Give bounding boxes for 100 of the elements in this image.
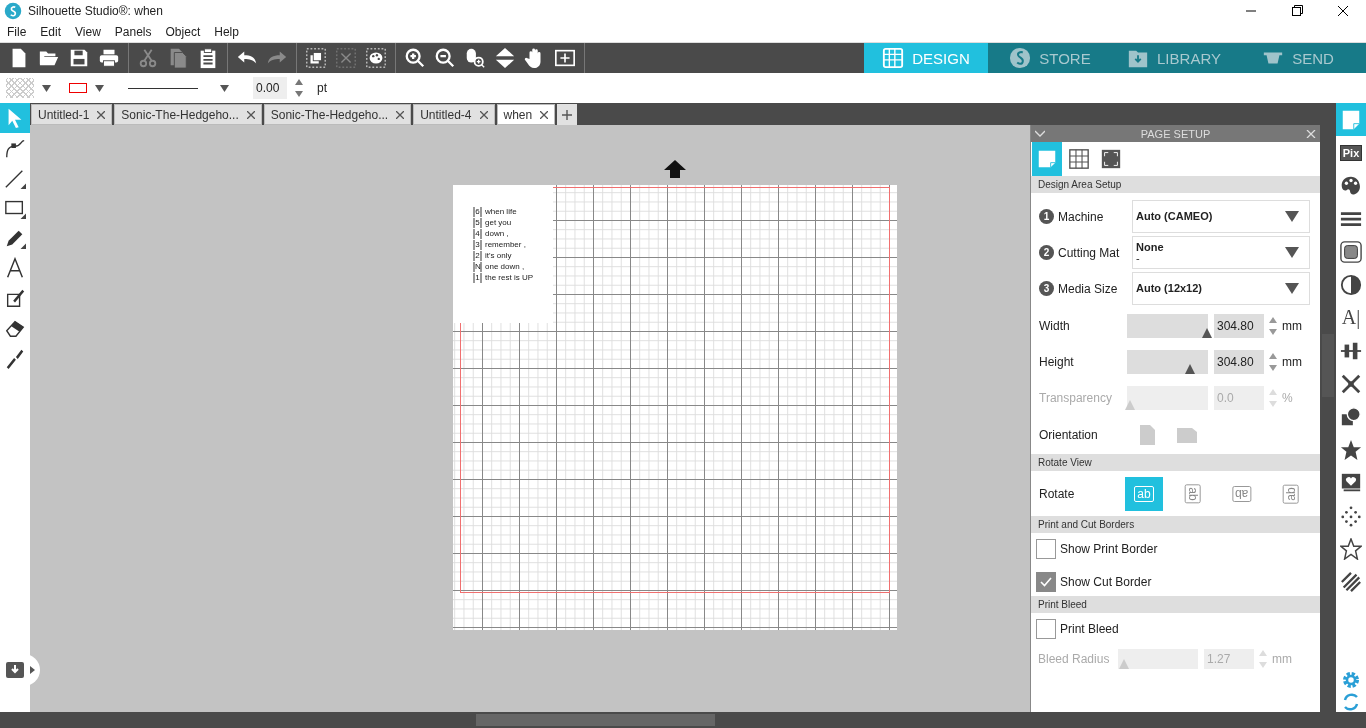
pix-panel-icon[interactable]: Pix <box>1339 144 1363 161</box>
checkbox-label: Show Print Border <box>1060 542 1158 556</box>
dots-icon[interactable] <box>1340 504 1362 527</box>
bezier-curve-icon[interactable] <box>4 137 26 159</box>
menu-item[interactable]: View <box>68 25 108 39</box>
contrast-icon[interactable] <box>1340 273 1362 296</box>
field-label: Machine <box>1057 209 1105 224</box>
star-icon[interactable] <box>1340 438 1362 461</box>
up-down-arrows-icon[interactable] <box>494 47 516 69</box>
corner-marks-icon[interactable] <box>1100 148 1122 170</box>
unit-label: mm <box>1272 652 1292 666</box>
printer-icon[interactable] <box>98 47 120 69</box>
checkbox[interactable] <box>1036 539 1056 559</box>
crossing-lines-icon[interactable] <box>1340 372 1362 395</box>
section-header: Print Bleed <box>1031 596 1320 613</box>
section-header: Print and Cut Borders <box>1031 516 1320 533</box>
line-number: 5 <box>473 218 482 228</box>
section-header: Design Area Setup <box>1031 176 1320 193</box>
field-label: Media Size <box>1057 281 1119 296</box>
hatch-icon[interactable] <box>1340 570 1362 593</box>
menu-item[interactable]: Help <box>207 25 246 39</box>
design-text: when life <box>485 207 517 217</box>
line-width-field[interactable]: 0.00 <box>253 77 287 99</box>
grid-icon <box>882 47 905 69</box>
fill-pattern-swatch[interactable] <box>6 78 34 98</box>
number-field[interactable]: 304.80 <box>1214 350 1264 374</box>
checkbox-label: Print Bleed <box>1060 622 1119 636</box>
checkmark-icon <box>1040 577 1052 587</box>
letter-a-icon[interactable] <box>4 257 26 279</box>
line-number: 3 <box>473 240 482 250</box>
scroll-thumb[interactable] <box>476 714 715 726</box>
knife-icon[interactable] <box>4 347 26 369</box>
menu-item[interactable]: Edit <box>33 25 69 39</box>
window-title: Silhouette Studio®: when <box>28 4 163 18</box>
pattern-fill-icon[interactable] <box>1340 240 1362 263</box>
menu-item[interactable]: Panels <box>107 25 159 39</box>
spinner-icon <box>1269 388 1277 408</box>
group-icon[interactable] <box>305 47 327 69</box>
gear-icon[interactable] <box>1341 670 1361 690</box>
text-panel-icon[interactable]: A| <box>1341 306 1361 329</box>
document-tab[interactable]: Sonic-The-Hedgeho... <box>263 104 412 125</box>
s-logo-icon <box>1009 47 1032 69</box>
caret-icon <box>1285 211 1299 222</box>
scrollbar[interactable] <box>0 712 1366 728</box>
grid-icon[interactable] <box>1068 148 1090 170</box>
line-number: 6 <box>473 207 482 217</box>
design-text: it's only <box>485 251 512 261</box>
fit-page-icon[interactable] <box>554 47 576 69</box>
spinner-icon[interactable] <box>1269 316 1277 336</box>
slider[interactable] <box>1127 350 1208 374</box>
slider-thumb[interactable] <box>1200 328 1211 338</box>
up-arrow-icon[interactable] <box>664 160 686 178</box>
line-style-sample[interactable] <box>128 87 198 89</box>
design-text: the rest is UP <box>485 273 533 283</box>
caret-icon <box>1285 283 1299 294</box>
document-tab[interactable]: Sonic-The-Hedgeho... <box>114 104 262 125</box>
design-text: remember , <box>485 240 526 250</box>
rotate-option[interactable]: ab <box>1222 476 1262 511</box>
sync-icon[interactable] <box>1341 692 1361 712</box>
number-field[interactable]: 304.80 <box>1214 314 1264 338</box>
number-field: 0.0 <box>1214 386 1264 410</box>
caret-icon[interactable] <box>42 84 51 92</box>
field-label: Orientation <box>1039 428 1099 442</box>
sketch-pad-icon[interactable] <box>4 287 26 309</box>
slider-thumb[interactable] <box>1183 364 1194 374</box>
rotate-option[interactable]: ab <box>1271 476 1310 511</box>
app-logo-icon <box>4 2 22 20</box>
unit-label: mm <box>1282 355 1302 369</box>
dropdown[interactable]: Auto (12x12) <box>1132 272 1310 305</box>
dropdown[interactable]: Auto (CAMEO) <box>1132 200 1310 233</box>
design-text: down , <box>485 229 509 239</box>
checkbox[interactable] <box>1036 572 1056 592</box>
spinner-icon[interactable] <box>295 78 303 98</box>
star-outline-icon[interactable] <box>1340 537 1362 560</box>
menu-item[interactable]: File <box>0 25 34 39</box>
step-number: 1 <box>1039 209 1054 224</box>
palette-icon[interactable] <box>365 47 387 69</box>
caret-icon[interactable] <box>220 84 229 92</box>
field-label: Width <box>1039 319 1071 333</box>
dropdown[interactable]: None - <box>1132 236 1310 269</box>
rotate-option[interactable]: ab <box>1173 476 1213 511</box>
close-icon[interactable] <box>540 110 549 119</box>
field-label: Bleed Radius <box>1038 652 1111 666</box>
document-tab[interactable]: Untitled-1 <box>31 104 113 125</box>
palette-icon[interactable] <box>1340 174 1362 197</box>
caret-icon[interactable] <box>95 84 104 92</box>
document-tab[interactable]: when <box>496 104 556 125</box>
overlapping-shapes-icon[interactable] <box>1340 405 1362 428</box>
heart-card-icon[interactable] <box>1340 471 1362 494</box>
collapse-icon[interactable] <box>1035 129 1045 138</box>
spinner-icon[interactable] <box>1269 352 1277 372</box>
checkbox[interactable] <box>1036 619 1056 639</box>
zoom-in-icon[interactable] <box>404 47 426 69</box>
checkbox-label: Show Cut Border <box>1060 575 1152 589</box>
document-tab[interactable]: Untitled-4 <box>413 104 495 125</box>
zoom-out-icon[interactable] <box>434 47 456 69</box>
line-color-swatch[interactable] <box>69 83 87 93</box>
menu-item[interactable]: Object <box>158 25 208 39</box>
new-tab-button[interactable] <box>557 104 578 125</box>
mouse-zoom-icon[interactable] <box>464 47 486 69</box>
